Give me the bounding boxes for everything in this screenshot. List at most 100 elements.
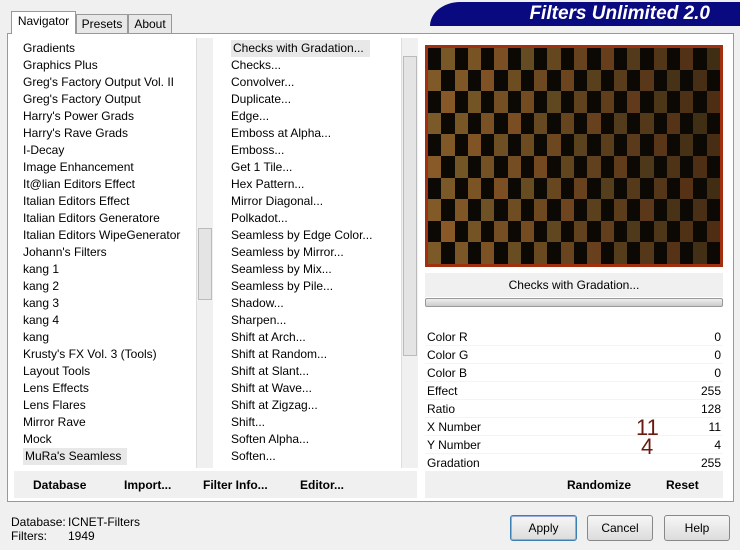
checker-cell [640, 177, 654, 200]
category-item[interactable]: Greg's Factory Output [23, 92, 141, 106]
param-name: Color B [427, 366, 468, 380]
category-item[interactable]: Mock [23, 432, 52, 446]
filter-name-button[interactable]: Checks with Gradation... [425, 273, 723, 297]
help-button[interactable]: Help [664, 515, 730, 541]
category-item[interactable]: Johann's Filters [23, 245, 107, 259]
category-item[interactable]: Italian Editors WipeGenerator [23, 228, 180, 242]
param-name: Gradation [427, 456, 480, 470]
param-slider[interactable]: Color B 0 [425, 364, 723, 382]
filter-item[interactable]: Shadow... [231, 296, 284, 310]
category-item[interactable]: Greg's Factory Output Vol. II [23, 75, 174, 89]
randomize-button[interactable]: Randomize [567, 478, 631, 492]
filter-item[interactable]: Get 1 Tile... [231, 160, 292, 174]
filter-item[interactable]: Convolver... [231, 75, 294, 89]
checker-cell [680, 134, 694, 156]
category-item[interactable]: kang 4 [23, 313, 59, 327]
param-slider[interactable]: Y Number 4 [425, 436, 723, 454]
filter-item[interactable]: Seamless by Edge Color... [231, 228, 372, 242]
checker-cell [454, 242, 468, 264]
filter-item[interactable]: Checks with Gradation... [231, 40, 370, 57]
category-item[interactable]: Image Enhancement [23, 160, 134, 174]
checker-cell [441, 220, 455, 243]
category-item[interactable]: Gradients [23, 41, 75, 55]
filter-item[interactable]: Solarized Pallet... [231, 466, 324, 468]
category-item[interactable]: Harry's Rave Grads [23, 126, 128, 140]
checker-cell [693, 177, 707, 200]
filter-item[interactable]: Soften Alpha... [231, 432, 309, 446]
checker-cell [653, 220, 667, 243]
checker-cell [680, 48, 694, 70]
category-item[interactable]: Lens Effects [23, 381, 89, 395]
checker-cell [640, 91, 654, 113]
category-item[interactable]: Layout Tools [23, 364, 90, 378]
param-slider[interactable]: Effect 255 [425, 382, 723, 400]
filter-item[interactable]: Seamless by Mix... [231, 262, 332, 276]
editor-button[interactable]: Editor... [300, 478, 344, 492]
category-item[interactable]: Harry's Power Grads [23, 109, 134, 123]
checker-cell [627, 91, 641, 113]
category-item[interactable]: kang 3 [23, 296, 59, 310]
filter-item[interactable]: Seamless by Mirror... [231, 245, 344, 259]
category-item[interactable]: kang [23, 330, 49, 344]
category-item[interactable]: Italian Editors Effect [23, 194, 130, 208]
category-item[interactable]: Italian Editors Generatore [23, 211, 160, 225]
filter-item[interactable]: Polkadot... [231, 211, 288, 225]
tab-presets[interactable]: Presets [76, 14, 128, 33]
param-value: 11 [708, 420, 721, 434]
checker-cell [613, 69, 628, 92]
filter-info-button[interactable]: Filter Info... [203, 478, 268, 492]
import-button[interactable]: Import... [124, 478, 171, 492]
status-database-label: Database: [11, 515, 66, 529]
filter-scrollbar[interactable] [401, 38, 418, 468]
param-slider[interactable]: X Number 11 [425, 418, 723, 436]
category-item[interactable]: Lens Flares [23, 398, 86, 412]
checker-cell [454, 220, 468, 243]
filter-item[interactable]: Mirror Diagonal... [231, 194, 323, 208]
filter-item[interactable]: Shift at Arch... [231, 330, 306, 344]
database-button[interactable]: Database [33, 478, 86, 492]
filter-item[interactable]: Shift... [231, 415, 265, 429]
filter-item[interactable]: Soften... [231, 449, 276, 463]
tab-navigator[interactable]: Navigator [11, 11, 76, 34]
category-item[interactable]: It@lian Editors Effect [23, 177, 135, 191]
filter-item[interactable]: Sharpen... [231, 313, 286, 327]
checker-cell [520, 48, 535, 70]
apply-button[interactable]: Apply [510, 515, 577, 541]
category-item[interactable]: kang 1 [23, 262, 59, 276]
filter-list[interactable]: Checks with Gradation... Checks... Convolv… [229, 40, 399, 468]
filter-item[interactable]: Emboss... [231, 143, 284, 157]
param-slider[interactable]: Color G 0 [425, 346, 723, 364]
category-item[interactable]: MuRa's Seamless [23, 448, 128, 465]
checker-cell [481, 177, 495, 200]
filter-item[interactable]: Shift at Random... [231, 347, 327, 361]
param-slider[interactable]: Ratio 128 [425, 400, 723, 418]
filter-item[interactable]: Edge... [231, 109, 269, 123]
category-item[interactable]: I-Decay [23, 143, 64, 157]
filter-item[interactable]: Checks... [231, 58, 281, 72]
filter-item[interactable]: Shift at Wave... [231, 381, 312, 395]
checker-cell [520, 177, 535, 200]
checker-cell [587, 48, 601, 70]
category-item[interactable]: Neology [23, 466, 67, 468]
param-slider[interactable]: Gradation 255 [425, 454, 723, 472]
category-item[interactable]: Graphics Plus [23, 58, 98, 72]
scroll-thumb[interactable] [198, 228, 212, 300]
category-list[interactable]: Gradients Graphics Plus Greg's Factory Out… [21, 40, 195, 468]
filter-item[interactable]: Seamless by Pile... [231, 279, 333, 293]
filter-item[interactable]: Emboss at Alpha... [231, 126, 331, 140]
category-item[interactable]: kang 2 [23, 279, 59, 293]
cancel-button[interactable]: Cancel [587, 515, 653, 541]
category-scrollbar[interactable] [196, 38, 213, 468]
scroll-thumb[interactable] [403, 56, 417, 356]
category-item[interactable]: Krusty's FX Vol. 3 (Tools) [23, 347, 157, 361]
param-value: 0 [714, 348, 721, 362]
reset-button[interactable]: Reset [666, 478, 699, 492]
filter-item[interactable]: Shift at Zigzag... [231, 398, 318, 412]
category-item[interactable]: Mirror Rave [23, 415, 86, 429]
param-slider[interactable]: Color R 0 [425, 328, 723, 346]
tab-about[interactable]: About [128, 14, 172, 33]
checker-cell [467, 199, 482, 221]
filter-item[interactable]: Hex Pattern... [231, 177, 304, 191]
filter-item[interactable]: Duplicate... [231, 92, 291, 106]
filter-item[interactable]: Shift at Slant... [231, 364, 309, 378]
